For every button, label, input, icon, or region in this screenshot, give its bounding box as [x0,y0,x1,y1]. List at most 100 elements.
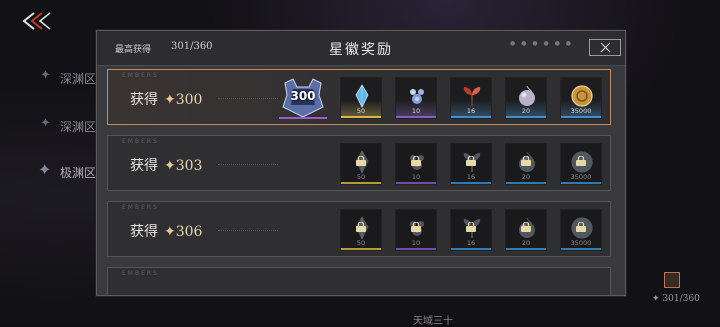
item-quantity: 35000 [570,107,592,115]
reward-item[interactable]: 50 [340,209,382,251]
row-divider [218,98,278,99]
reward-item[interactable]: 35000 [560,77,602,119]
rarity-bar [451,182,491,184]
row-tag: EMBERS [122,204,159,211]
star-icon: ✦ [38,160,52,179]
item-quantity: 20 [521,107,531,115]
rarity-bar [451,116,491,118]
star-plus-icon: ✦ [164,158,176,174]
medal-value: 300 [290,89,316,103]
row-threshold: 获得 ✦300 [130,89,202,109]
row-tag: EMBERS [122,270,159,277]
reward-row: EMBERS 获得 ✦306 50 10 16 20 35000 [107,201,611,257]
rarity-bar [396,116,436,118]
rarity-bar [341,116,381,118]
reward-item[interactable]: 16 [450,209,492,251]
rewards-panel: 最高获得 301/360 星徽奖励 ● ● ● ● ● ● EMBERS 获得 ✦3… [96,30,626,296]
item-quantity: 50 [356,239,366,247]
row-value: 306 [175,224,203,240]
reward-item[interactable]: 50 [340,77,382,119]
rarity-bar [396,182,436,184]
rarity-bar [561,182,601,184]
reward-item[interactable]: 300 [279,77,327,119]
lock-icon [466,222,476,232]
item-quantity: 10 [411,239,421,247]
row-divider [218,164,278,165]
reward-items: 300 50 10 16 20 35000 [279,77,602,119]
panel-header: 最高获得 301/360 星徽奖励 ● ● ● ● ● ● [97,31,625,66]
bg-zone-label-3: 极渊区 [60,166,97,180]
rarity-bar [279,117,327,119]
lock-icon [576,156,586,166]
star-plus-icon: ✦ [164,92,176,108]
item-quantity: 16 [466,173,476,181]
reward-item[interactable]: 50 [340,143,382,185]
decor-dots: ● ● ● ● ● ● [510,40,573,47]
reward-row[interactable]: EMBERS 获得 ✦300 300 50 10 16 20 35000 [107,69,611,125]
reward-item[interactable]: 20 [505,209,547,251]
lock-icon [411,222,421,232]
row-value: 300 [175,92,203,108]
lock-icon [411,156,421,166]
reward-rows: EMBERS 获得 ✦300 300 50 10 16 20 35000 EMBERS 获得 ✦3… [107,69,611,295]
reward-item[interactable]: 10 [395,143,437,185]
reward-item[interactable]: 20 [505,77,547,119]
orb-icon [519,85,535,106]
reward-item[interactable]: 20 [505,143,547,185]
coin-icon [571,85,593,107]
row-threshold: 获得 ✦306 [130,221,202,241]
chest-icon[interactable] [664,272,680,288]
reward-item[interactable]: 10 [395,77,437,119]
crystal-icon [355,84,369,108]
row-tag: EMBERS [122,72,159,79]
row-label: 获得 [130,224,158,240]
item-quantity: 35000 [570,239,592,247]
reward-row: EMBERS [107,267,611,295]
lock-icon [356,156,366,166]
item-quantity: 16 [466,239,476,247]
lock-icon [521,156,531,166]
row-threshold: 获得 ✦303 [130,155,202,175]
reward-items: 50 10 16 20 35000 [340,143,602,185]
item-quantity: 35000 [570,173,592,181]
lock-icon [466,156,476,166]
rarity-bar [506,182,546,184]
rarity-bar [396,248,436,250]
row-divider [218,230,278,231]
item-quantity: 20 [521,173,531,181]
close-button[interactable] [589,39,621,56]
row-label: 获得 [130,92,158,108]
row-value: 303 [175,158,203,174]
bg-zone-label-2: 深渊区 [60,120,97,134]
lock-icon [521,222,531,232]
bg-bottom-text: 天域三十 [413,316,453,327]
lock-icon [576,222,586,232]
star-icon: ✦ [40,116,51,131]
item-quantity: 50 [356,107,366,115]
item-quantity: 10 [411,173,421,181]
rarity-bar [451,248,491,250]
reward-item[interactable]: 10 [395,209,437,251]
rarity-bar [341,248,381,250]
bg-zone-label-1: 深渊区 [60,72,97,86]
right-counter: ✦ 301/360 [652,294,700,304]
item-quantity: 10 [411,107,421,115]
star-icon: ✦ [40,68,51,83]
reward-items: 50 10 16 20 35000 [340,209,602,251]
reward-item[interactable]: 35000 [560,209,602,251]
lock-icon [356,222,366,232]
item-quantity: 16 [466,107,476,115]
reward-row: EMBERS 获得 ✦303 50 10 16 20 35000 [107,135,611,191]
reward-item[interactable]: 16 [450,77,492,119]
reward-item[interactable]: 16 [450,143,492,185]
back-arrow-icon[interactable] [20,10,54,32]
rarity-bar [561,248,601,250]
star-plus-icon: ✦ [164,224,176,240]
gem-cluster-icon [410,89,424,104]
item-quantity: 50 [356,173,366,181]
row-label: 获得 [130,158,158,174]
reward-item[interactable]: 35000 [560,143,602,185]
rarity-bar [561,116,601,118]
rarity-bar [341,182,381,184]
rarity-bar [506,248,546,250]
